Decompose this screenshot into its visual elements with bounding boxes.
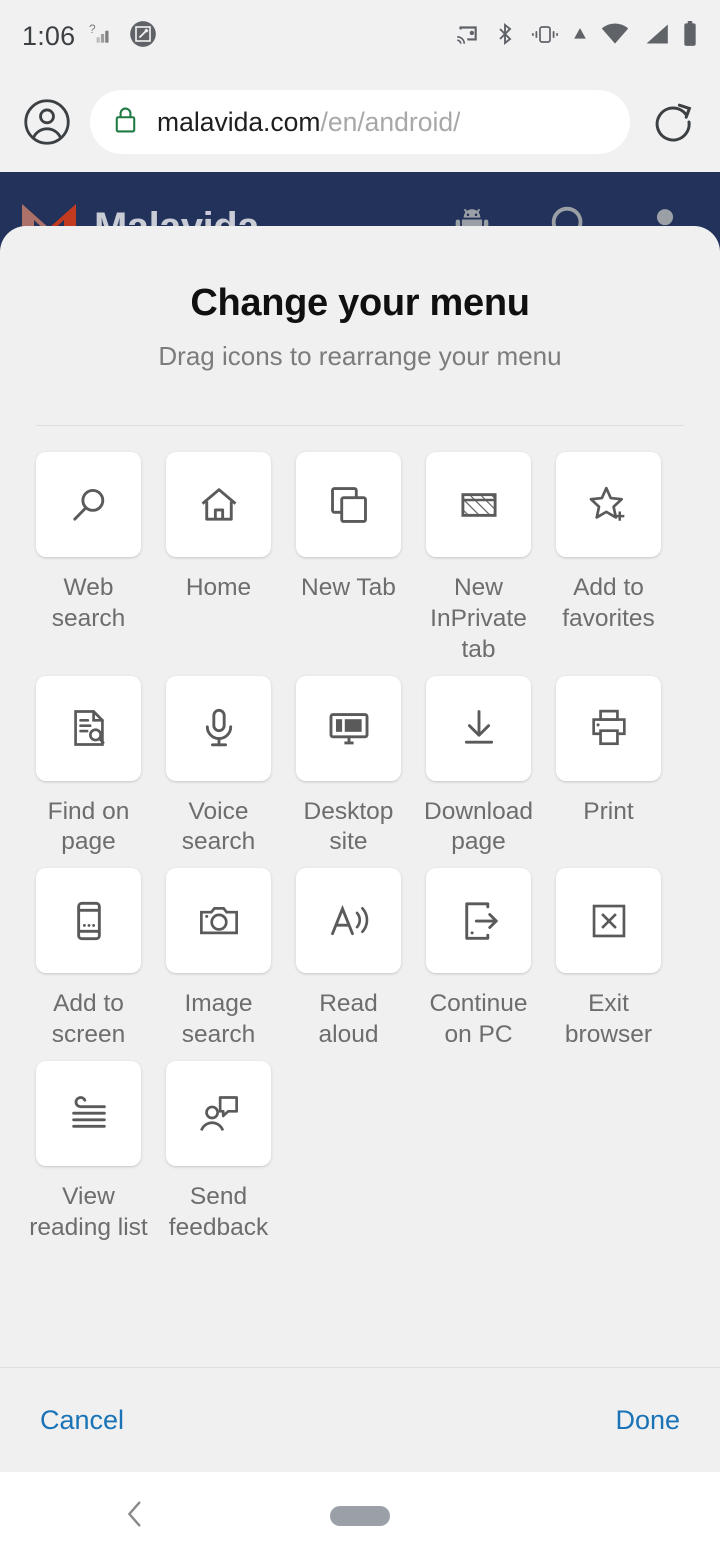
sheet-subtitle: Drag icons to rearrange your menu <box>158 341 562 371</box>
vibrate-icon <box>530 21 560 52</box>
menu-item-label: Add to screen <box>51 990 126 1049</box>
android-nav-bar <box>0 1472 720 1560</box>
browser-toolbar: malavida.com/en/android/ <box>0 72 720 172</box>
menu-item-label: Desktop site <box>303 797 394 856</box>
url-host: malavida.com <box>157 106 321 137</box>
menu-icon-grid: Web search Home New Tab New InPrivate ta… <box>0 426 720 1254</box>
menu-item-image-search[interactable]: Image search <box>166 868 271 1061</box>
menu-tile[interactable] <box>166 675 271 781</box>
reload-icon[interactable] <box>646 95 700 149</box>
menu-item-read-aloud[interactable]: Read aloud <box>296 868 401 1061</box>
menu-item-download-page[interactable]: Download page <box>424 675 533 869</box>
menu-item-label: Web search <box>51 574 126 632</box>
menu-tile[interactable] <box>36 675 141 781</box>
account-circle-icon[interactable] <box>20 95 74 149</box>
menu-item-add-to-screen[interactable]: Add to screen <box>36 868 141 1061</box>
status-bar: 1:06 ? <box>0 0 720 72</box>
menu-item-label: Exit browser <box>564 990 653 1049</box>
menu-item-home[interactable]: Home <box>166 452 271 676</box>
menu-item-send-feedback[interactable]: Send feedback <box>166 1061 271 1254</box>
menu-item-add-to-favorites[interactable]: Add to favorites <box>556 452 661 676</box>
menu-item-label: Print <box>583 797 634 825</box>
status-bar-clock: 1:06 <box>22 20 76 51</box>
menu-item-find-on-page[interactable]: Find on page <box>36 675 141 869</box>
menu-item-label: Read aloud <box>318 990 379 1049</box>
menu-tile[interactable] <box>426 868 531 974</box>
battery-icon <box>682 20 698 52</box>
done-button[interactable]: Done <box>615 1405 680 1436</box>
cast-icon <box>454 21 480 52</box>
menu-item-exit-browser[interactable]: Exit browser <box>556 868 661 1061</box>
status-bar-right <box>454 20 698 52</box>
menu-tile[interactable] <box>166 868 271 974</box>
menu-tile[interactable] <box>166 452 271 557</box>
menu-item-continue-on-pc[interactable]: Continue on PC <box>426 868 531 1061</box>
menu-tile[interactable] <box>296 452 401 557</box>
menu-item-label: New InPrivate tab <box>430 574 527 663</box>
menu-item-label: View reading list <box>29 1183 148 1241</box>
menu-item-desktop-site[interactable]: Desktop site <box>296 675 401 869</box>
address-bar[interactable]: malavida.com/en/android/ <box>90 90 630 154</box>
menu-tile[interactable] <box>166 1061 271 1167</box>
menu-item-new-inprivate-tab[interactable]: New InPrivate tab <box>426 452 531 676</box>
menu-item-print[interactable]: Print <box>556 675 661 869</box>
cell-signal-icon <box>643 22 669 51</box>
menu-item-label: Add to favorites <box>562 574 655 632</box>
menu-item-web-search[interactable]: Web search <box>36 452 141 676</box>
address-bar-text: malavida.com/en/android/ <box>157 107 460 138</box>
sheet-title: Change your menu <box>190 282 530 324</box>
status-bar-left: 1:06 ? <box>22 20 157 53</box>
menu-item-label: Voice search <box>181 797 256 856</box>
menu-tile[interactable] <box>36 1061 141 1167</box>
menu-item-label: Send feedback <box>168 1183 269 1241</box>
menu-tile[interactable] <box>426 452 531 557</box>
menu-tile[interactable] <box>36 452 141 557</box>
menu-item-label: Download page <box>424 797 533 856</box>
menu-item-label: Image search <box>181 990 256 1049</box>
lock-icon <box>112 105 139 140</box>
signal-unknown-icon: ? <box>89 21 115 52</box>
menu-item-view-reading-list[interactable]: View reading list <box>29 1061 148 1254</box>
menu-tile[interactable] <box>36 868 141 974</box>
menu-item-label: Continue on PC <box>429 990 528 1049</box>
wifi-icon <box>600 22 630 51</box>
menu-tile[interactable] <box>556 675 661 781</box>
url-path: /en/android/ <box>320 106 461 137</box>
menu-item-label: Home <box>185 574 252 601</box>
menu-tile[interactable] <box>556 452 661 557</box>
back-chevron-icon[interactable] <box>118 1497 152 1536</box>
menu-item-label: New Tab <box>301 574 396 601</box>
cancel-button[interactable]: Cancel <box>40 1405 124 1436</box>
menu-item-voice-search[interactable]: Voice search <box>166 675 271 869</box>
vpn-icon <box>573 27 587 46</box>
menu-tile[interactable] <box>556 868 661 974</box>
screenshot-edit-icon <box>129 20 157 53</box>
menu-tile[interactable] <box>296 868 401 974</box>
menu-item-label: Find on page <box>47 797 130 856</box>
change-menu-sheet: Change your menu Drag icons to rearrange… <box>0 226 720 1472</box>
svg-text:?: ? <box>89 21 96 35</box>
home-pill-handle[interactable] <box>330 1506 390 1526</box>
sheet-footer: Cancel Done <box>0 1368 720 1472</box>
phone-screen: 1:06 ? malavida.com/en/android/ Change y… <box>0 0 720 1560</box>
menu-tile[interactable] <box>296 675 401 781</box>
menu-item-new-tab[interactable]: New Tab <box>296 452 401 676</box>
bluetooth-icon <box>493 21 517 52</box>
menu-tile[interactable] <box>426 675 531 781</box>
